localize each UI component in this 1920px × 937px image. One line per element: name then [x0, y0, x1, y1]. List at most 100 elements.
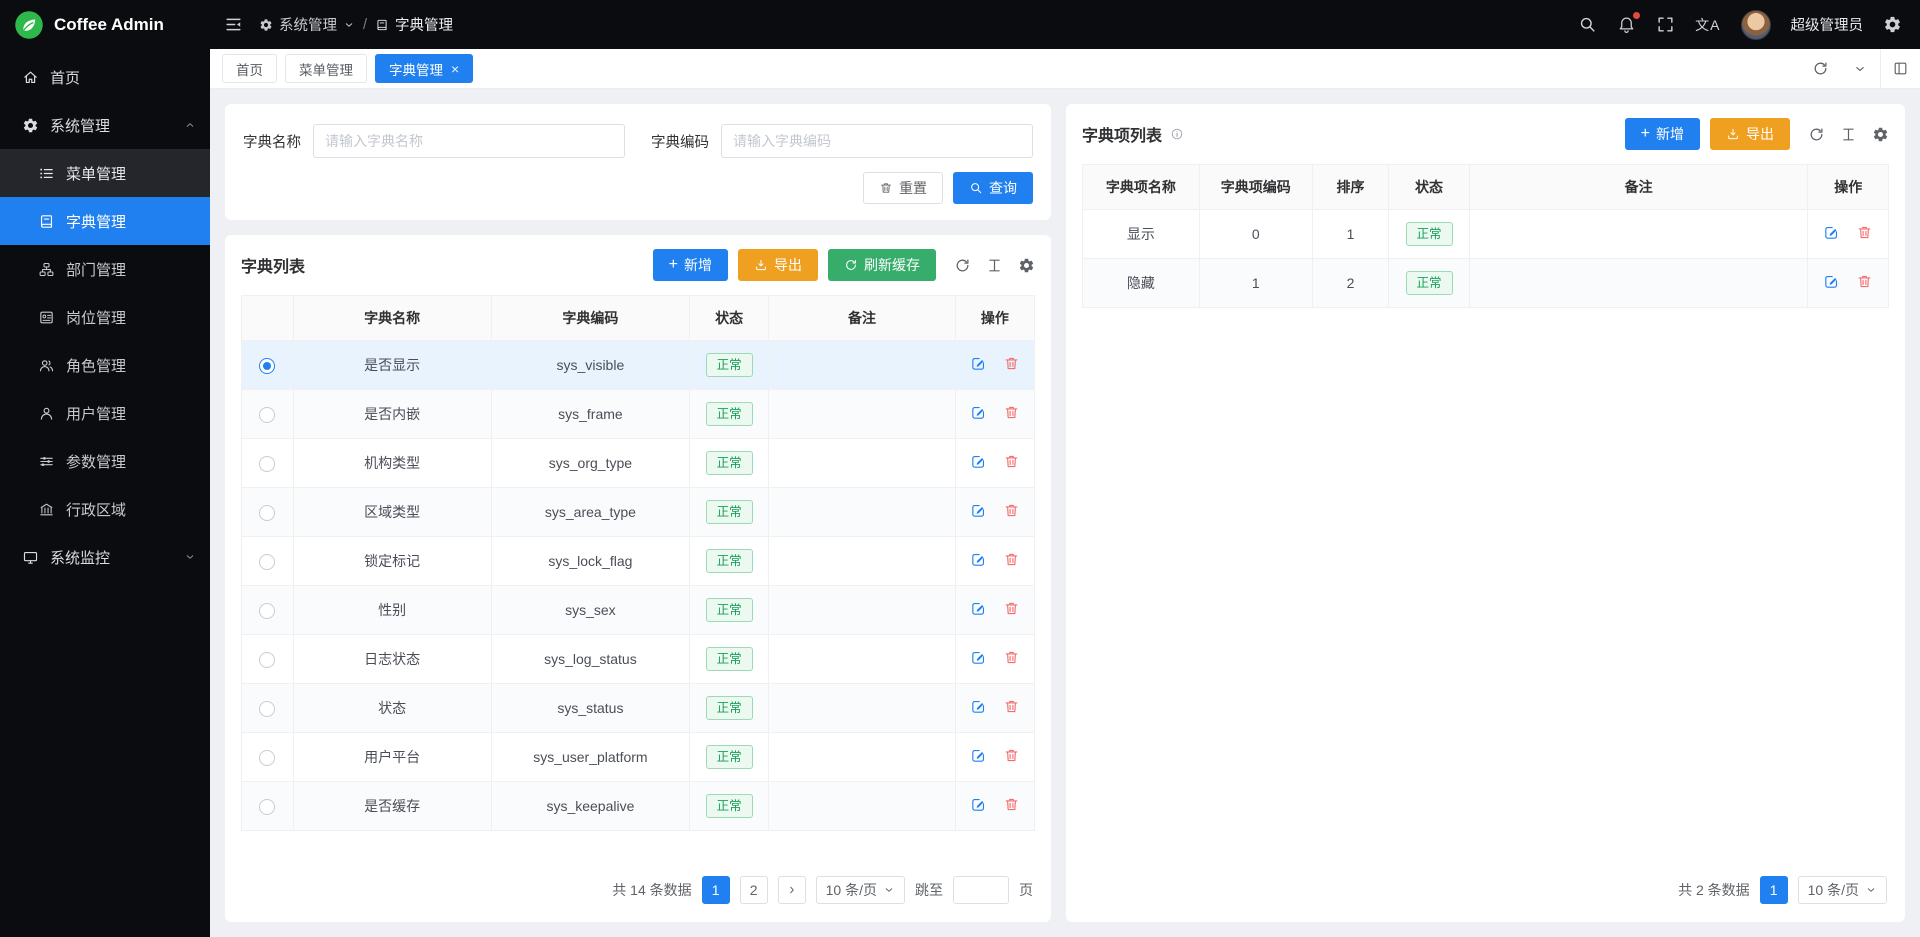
app-logo[interactable]: Coffee Admin [0, 0, 210, 49]
sidebar-item-post-mgmt[interactable]: 岗位管理 [0, 293, 210, 341]
refresh-table-icon[interactable] [1808, 126, 1825, 143]
row-radio[interactable] [259, 407, 275, 423]
page-button-1[interactable]: 1 [1760, 876, 1788, 904]
jump-page-input[interactable] [953, 876, 1009, 904]
export-dict-button[interactable]: 导出 [738, 249, 818, 281]
page-size-select[interactable]: 10 条/页 [816, 876, 905, 904]
row-radio[interactable] [259, 358, 275, 374]
row-radio[interactable] [259, 456, 275, 472]
tab-home[interactable]: 首页 [222, 54, 277, 83]
dict-name-input[interactable] [313, 124, 625, 158]
add-dict-item-button[interactable]: + 新增 [1625, 118, 1700, 150]
delete-icon[interactable] [1003, 502, 1020, 519]
reset-button[interactable]: 重置 [863, 172, 943, 204]
delete-icon[interactable] [1003, 600, 1020, 617]
edit-icon[interactable] [970, 551, 987, 568]
fullscreen-button[interactable] [1656, 15, 1675, 34]
delete-icon[interactable] [1003, 796, 1020, 813]
delete-icon[interactable] [1003, 649, 1020, 666]
notifications-button[interactable] [1617, 15, 1636, 34]
delete-icon[interactable] [1003, 698, 1020, 715]
sidebar-item-user-mgmt[interactable]: 用户管理 [0, 389, 210, 437]
layout-toggle-button[interactable] [1880, 49, 1920, 88]
delete-icon[interactable] [1003, 747, 1020, 764]
close-icon[interactable]: × [451, 62, 459, 76]
table-row[interactable]: 是否显示 sys_visible 正常 [242, 341, 1035, 390]
row-radio[interactable] [259, 701, 275, 717]
sidebar-item-menu-mgmt[interactable]: 菜单管理 [0, 149, 210, 197]
page-size-select[interactable]: 10 条/页 [1798, 876, 1887, 904]
edit-icon[interactable] [1823, 273, 1840, 290]
sidebar-toggle-button[interactable] [224, 15, 243, 34]
dict-code-input[interactable] [721, 124, 1033, 158]
sidebar-item-system[interactable]: 系统管理 [0, 101, 210, 149]
table-row[interactable]: 是否内嵌 sys_frame 正常 [242, 390, 1035, 439]
table-row[interactable]: 性别 sys_sex 正常 [242, 586, 1035, 635]
edit-icon[interactable] [970, 600, 987, 617]
table-row[interactable]: 状态 sys_status 正常 [242, 684, 1035, 733]
table-row[interactable]: 日志状态 sys_log_status 正常 [242, 635, 1035, 684]
search-button[interactable] [1578, 15, 1597, 34]
column-settings-icon[interactable] [1872, 126, 1889, 143]
sidebar-item-region-mgmt[interactable]: 行政区域 [0, 485, 210, 533]
edit-icon[interactable] [1823, 224, 1840, 241]
row-radio[interactable] [259, 603, 275, 619]
table-row[interactable]: 隐藏 1 2 正常 [1083, 259, 1889, 308]
user-avatar[interactable] [1741, 10, 1771, 40]
search-icon [969, 181, 983, 195]
table-row[interactable]: 用户平台 sys_user_platform 正常 [242, 733, 1035, 782]
edit-icon[interactable] [970, 796, 987, 813]
breadcrumb-item-dict[interactable]: 字典管理 [375, 14, 453, 35]
delete-icon[interactable] [1003, 404, 1020, 421]
edit-icon[interactable] [970, 649, 987, 666]
refresh-table-icon[interactable] [954, 257, 971, 274]
table-row[interactable]: 机构类型 sys_org_type 正常 [242, 439, 1035, 488]
column-settings-icon[interactable] [1018, 257, 1035, 274]
page-button-2[interactable]: 2 [740, 876, 768, 904]
sidebar-item-dept-mgmt[interactable]: 部门管理 [0, 245, 210, 293]
table-row[interactable]: 是否缓存 sys_keepalive 正常 [242, 782, 1035, 831]
sidebar-item-param-mgmt[interactable]: 参数管理 [0, 437, 210, 485]
tab-dict-mgmt[interactable]: 字典管理 × [375, 54, 473, 83]
delete-icon[interactable] [1856, 224, 1873, 241]
row-radio[interactable] [259, 505, 275, 521]
edit-icon[interactable] [970, 355, 987, 372]
tab-actions-dropdown[interactable] [1840, 49, 1880, 88]
delete-icon[interactable] [1003, 453, 1020, 470]
table-row[interactable]: 区域类型 sys_area_type 正常 [242, 488, 1035, 537]
export-dict-items-button[interactable]: 导出 [1710, 118, 1790, 150]
row-radio[interactable] [259, 750, 275, 766]
delete-icon[interactable] [1003, 551, 1020, 568]
tab-menu-mgmt[interactable]: 菜单管理 [285, 54, 367, 83]
sidebar-item-dict-mgmt[interactable]: 字典管理 [0, 197, 210, 245]
table-row[interactable]: 锁定标记 sys_lock_flag 正常 [242, 537, 1035, 586]
breadcrumb-item-system[interactable]: 系统管理 [259, 14, 355, 35]
language-button[interactable]: 文A [1695, 15, 1720, 35]
sidebar-item-home[interactable]: 首页 [0, 53, 210, 101]
delete-icon[interactable] [1856, 273, 1873, 290]
edit-icon[interactable] [970, 453, 987, 470]
edit-icon[interactable] [970, 502, 987, 519]
refresh-cache-button[interactable]: 刷新缓存 [828, 249, 936, 281]
refresh-page-button[interactable] [1800, 49, 1840, 88]
next-page-button[interactable] [778, 876, 806, 904]
row-radio[interactable] [259, 799, 275, 815]
row-radio[interactable] [259, 652, 275, 668]
dict-items-pagination: 共 2 条数据 1 10 条/页 [1082, 862, 1889, 912]
edit-icon[interactable] [970, 698, 987, 715]
row-radio[interactable] [259, 554, 275, 570]
edit-icon[interactable] [970, 747, 987, 764]
delete-icon[interactable] [1003, 355, 1020, 372]
column-header: 状态 [1389, 165, 1470, 210]
query-button[interactable]: 查询 [953, 172, 1033, 204]
sidebar-item-role-mgmt[interactable]: 角色管理 [0, 341, 210, 389]
table-row[interactable]: 显示 0 1 正常 [1083, 210, 1889, 259]
edit-icon[interactable] [970, 404, 987, 421]
page-button-1[interactable]: 1 [702, 876, 730, 904]
page-content: 字典名称 字典编码 重置 [210, 89, 1920, 937]
sidebar-item-monitor[interactable]: 系统监控 [0, 533, 210, 581]
row-height-icon[interactable] [986, 257, 1003, 274]
add-dict-button[interactable]: + 新增 [653, 249, 728, 281]
settings-button[interactable] [1883, 15, 1902, 34]
row-height-icon[interactable] [1840, 126, 1857, 143]
